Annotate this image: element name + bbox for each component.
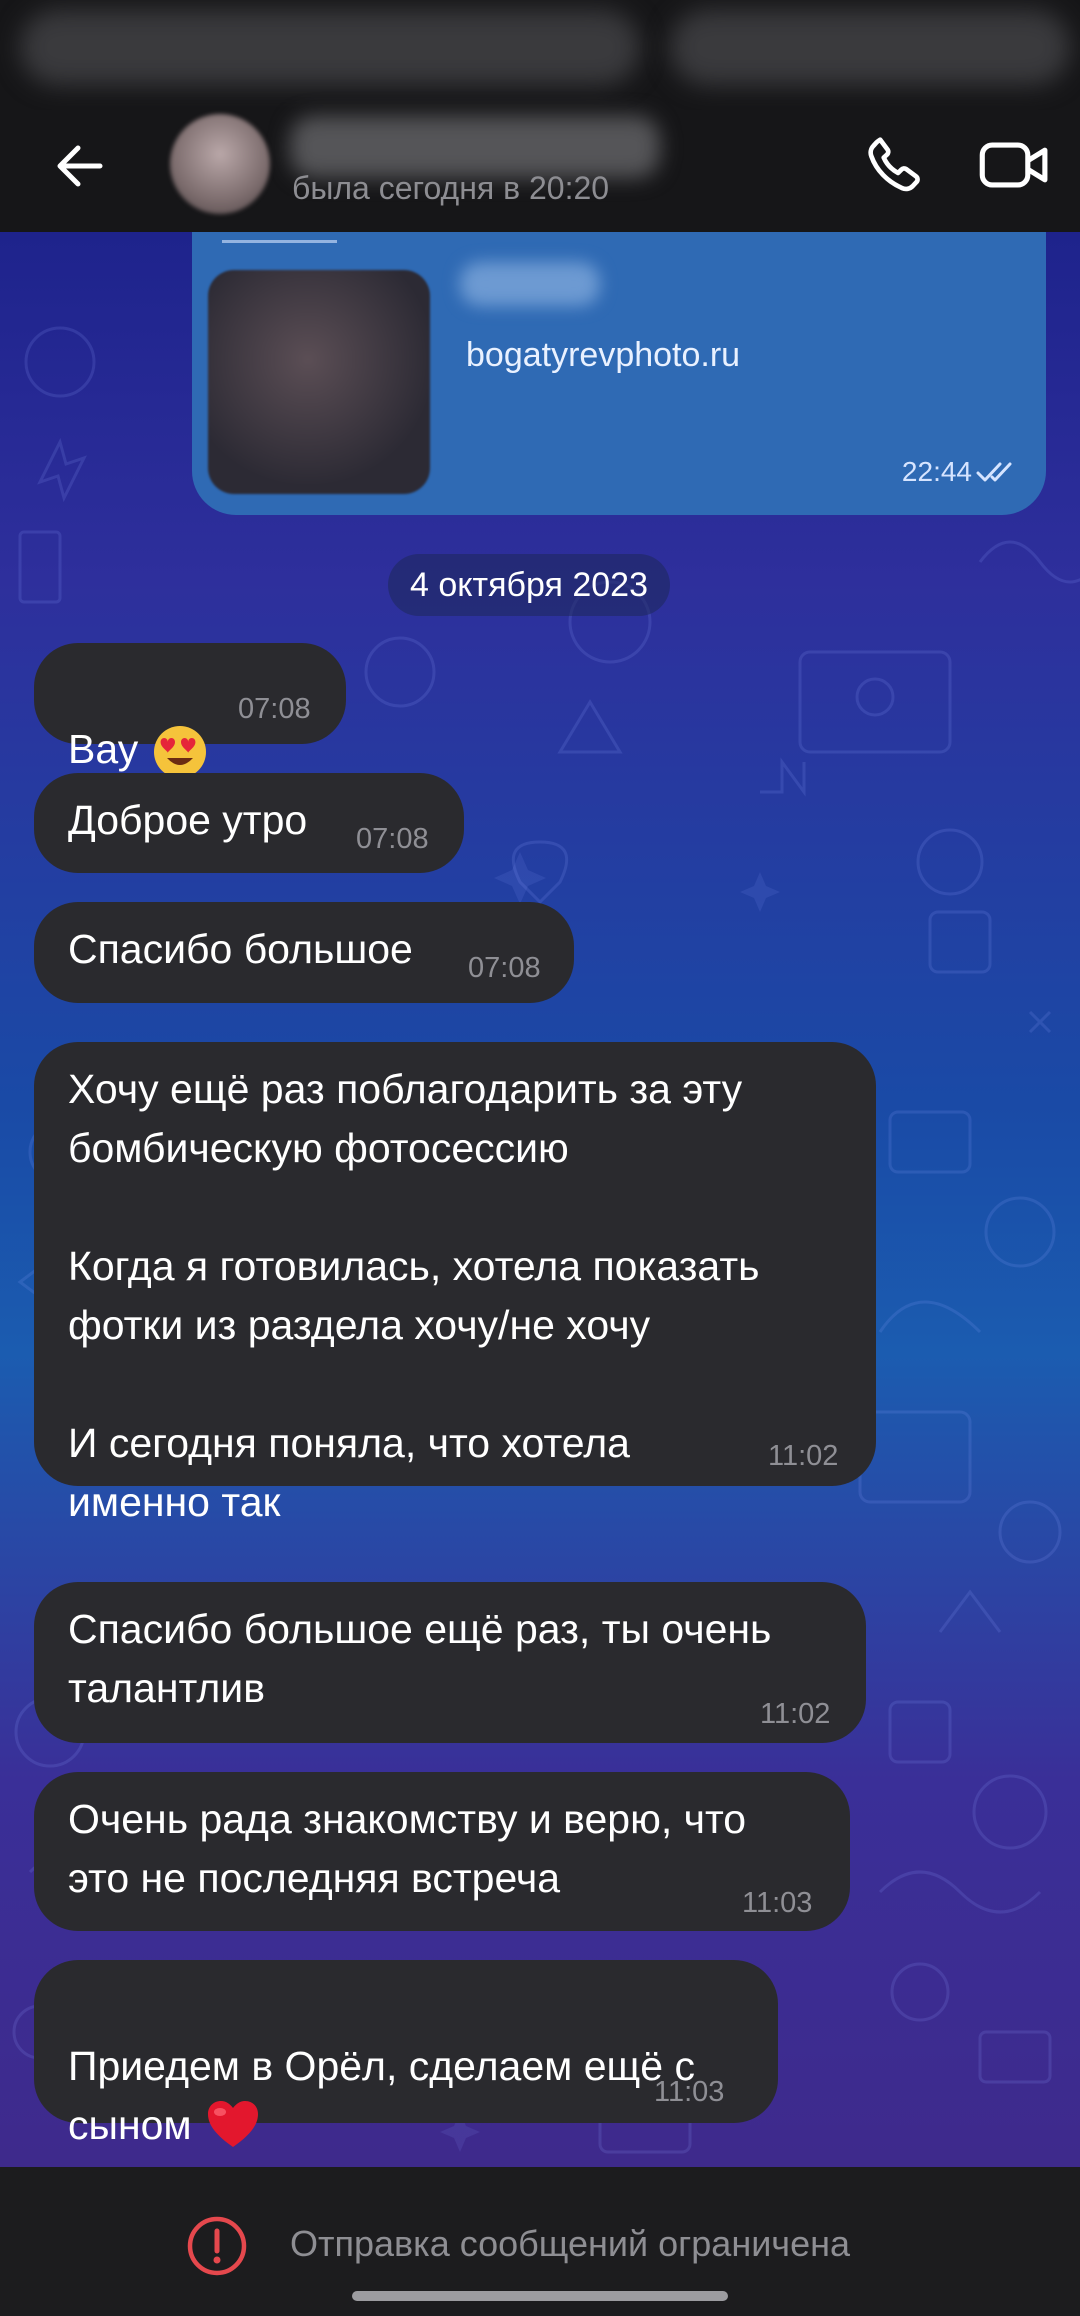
restriction-notice: Отправка сообщений ограничена xyxy=(290,2223,850,2264)
incoming-message[interactable]: Хочу ещё раз поблагодарить за эту бомбич… xyxy=(34,1042,876,1525)
message-text: Доброе утро xyxy=(68,797,308,843)
call-button[interactable] xyxy=(850,120,940,210)
message-text: Вау xyxy=(68,661,208,780)
message-time: 22:44 xyxy=(901,456,972,487)
incoming-message[interactable]: Приедем в Орёл, сделаем ещё с сыном 11:0… xyxy=(34,1960,778,2148)
link-preview-thumbnail[interactable] xyxy=(208,270,430,494)
double-check-read-icon xyxy=(976,462,1012,482)
message-text: Очень рада знакомству и верю, что это не… xyxy=(68,1796,747,1901)
home-indicator[interactable] xyxy=(352,2291,728,2301)
contact-name-blurred[interactable] xyxy=(290,116,660,178)
chat-area[interactable]: bogatyrevphoto.ru 22:44 4 октября 2023 В… xyxy=(0,232,1080,2167)
message-time: 11:03 xyxy=(654,2076,725,2108)
message-text: Спасибо большое xyxy=(68,926,413,972)
message-time: 11:03 xyxy=(742,1887,813,1919)
status-bar-blurred-right xyxy=(670,10,1070,85)
message-time: 11:02 xyxy=(768,1440,839,1472)
message-text-content: Приедем в Орёл, сделаем ещё с сыном xyxy=(68,2043,695,2148)
chat-header: была сегодня в 20:20 xyxy=(0,110,1080,232)
video-camera-icon xyxy=(979,142,1048,188)
date-separator: 4 октября 2023 xyxy=(388,554,670,616)
message-time: 07:08 xyxy=(468,952,541,984)
message-text: Спасибо большое ещё раз, ты очень талант… xyxy=(68,1606,772,1711)
incoming-message[interactable]: Спасибо большое 07:08 xyxy=(34,902,574,1003)
message-text: Приедем в Орёл, сделаем ещё с сыном xyxy=(68,1978,695,2155)
arrow-left-icon xyxy=(57,145,103,187)
status-bar-blurred-left xyxy=(20,10,640,85)
message-time: 11:02 xyxy=(760,1698,831,1730)
message-time: 07:08 xyxy=(238,693,311,725)
incoming-message[interactable]: Вау 07:08 xyxy=(34,643,346,779)
last-seen-status: была сегодня в 20:20 xyxy=(292,170,610,206)
incoming-message[interactable]: Спасибо большое ещё раз, ты очень талант… xyxy=(34,1582,866,1743)
incoming-message[interactable]: Доброе утро 07:08 xyxy=(34,773,464,873)
status-bar xyxy=(0,0,1080,110)
phone-icon xyxy=(868,137,920,192)
heart-eyes-emoji-icon xyxy=(154,726,207,779)
avatar[interactable] xyxy=(170,114,270,214)
video-call-button[interactable] xyxy=(970,120,1060,210)
message-text-content: Вау xyxy=(68,726,139,772)
back-button[interactable] xyxy=(40,126,120,206)
link-preview-cutoff-text xyxy=(222,232,337,243)
link-preview-title-blurred xyxy=(460,262,600,306)
link-preview-domain[interactable]: bogatyrevphoto.ru xyxy=(466,336,740,375)
outgoing-link-preview-message[interactable]: bogatyrevphoto.ru 22:44 xyxy=(192,232,1046,515)
message-time: 07:08 xyxy=(356,823,429,855)
exclamation-circle-icon xyxy=(187,2216,247,2276)
incoming-message[interactable]: Очень рада знакомству и верю, что это не… xyxy=(34,1772,850,1931)
messaging-restricted-bar: Отправка сообщений ограничена xyxy=(0,2167,1080,2316)
red-heart-emoji-icon xyxy=(207,2101,258,2148)
message-text: Хочу ещё раз поблагодарить за эту бомбич… xyxy=(68,1066,760,1525)
